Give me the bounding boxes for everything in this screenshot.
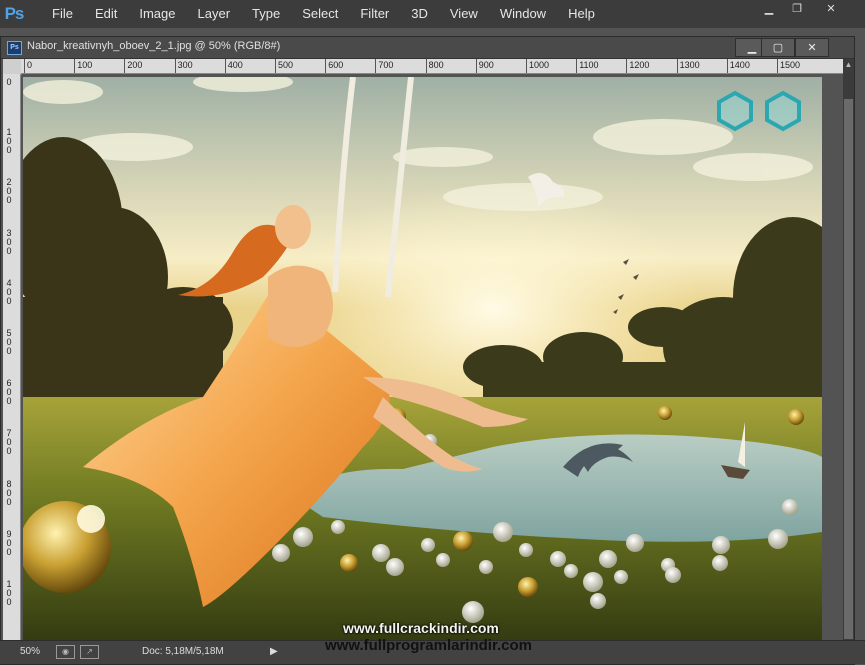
close-icon: ✕ <box>826 2 836 15</box>
menu-bar: Ps File Edit Image Layer Type Select Fil… <box>0 0 865 28</box>
ruler-v-label: 400 <box>6 277 12 306</box>
ruler-h-label: 1500 <box>780 60 801 70</box>
scroll-up-icon[interactable]: ▲ <box>843 59 854 71</box>
ruler-h-label: 1300 <box>679 60 700 70</box>
ruler-h-tick <box>425 59 427 73</box>
menu-image[interactable]: Image <box>128 0 186 28</box>
menu-3d[interactable]: 3D <box>400 0 439 28</box>
ruler-h-tick <box>676 59 678 73</box>
ruler-v-label: 0 <box>6 77 12 87</box>
camera-icon[interactable]: ◉ <box>56 645 75 659</box>
ruler-h-tick <box>726 59 728 73</box>
menu-filter[interactable]: Filter <box>349 0 400 28</box>
close-icon: ✕ <box>807 42 817 54</box>
app-logo: Ps <box>4 4 25 23</box>
watermark-text-1: www.fullcrackindir.com <box>343 620 499 636</box>
vertical-scrollbar[interactable]: ▲ ▼ <box>843 59 854 661</box>
menu-window[interactable]: Window <box>489 0 557 28</box>
menu-type[interactable]: Type <box>241 0 291 28</box>
ruler-origin[interactable] <box>3 59 22 75</box>
ruler-h-label: 500 <box>278 60 294 70</box>
document-window: Ps Nabor_kreativnyh_oboev_2_1.jpg @ 50% … <box>0 36 855 665</box>
document-titlebar[interactable]: Ps Nabor_kreativnyh_oboev_2_1.jpg @ 50% … <box>1 37 854 59</box>
ruler-v-label: 800 <box>6 478 12 507</box>
ruler-v-label: 700 <box>6 428 12 457</box>
document-title: Nabor_kreativnyh_oboev_2_1.jpg @ 50% (RG… <box>27 40 281 52</box>
doc-maximize-button[interactable]: ▢ <box>761 38 795 57</box>
ruler-h-tick <box>576 59 578 73</box>
ruler-v-label: 100 <box>6 127 12 156</box>
ruler-h-tick <box>275 59 276 73</box>
ruler-h-label: 200 <box>127 60 143 70</box>
ruler-v-label: 600 <box>6 378 12 407</box>
ruler-h-label: 300 <box>177 60 193 70</box>
zoom-level[interactable]: 50% <box>20 646 40 657</box>
ruler-v-label: 100 <box>6 579 12 607</box>
ps-document-icon: Ps <box>7 41 22 55</box>
ruler-h-tick <box>777 59 778 73</box>
ruler-h-label: 0 <box>27 60 33 70</box>
minimize-icon: ▁ <box>747 42 757 54</box>
watermark-text-2: www.fullprogramlarindir.com <box>325 637 532 654</box>
horizontal-ruler[interactable]: 0 100 200 300 400 500 600 700 800 900 1000 1100 1200… <box>21 59 843 74</box>
ruler-h-label: 400 <box>227 60 243 70</box>
vertical-ruler[interactable]: 0 100 200 300 400 500 600 700 800 900 100 <box>3 74 21 661</box>
ruler-h-label: 1400 <box>729 60 750 70</box>
menu-file[interactable]: File <box>40 0 84 28</box>
ruler-h-label: 600 <box>328 60 344 70</box>
document-size: Doc: 5,18M/5,18M <box>142 646 224 657</box>
app-maximize-button[interactable]: ❐ <box>784 0 810 16</box>
ruler-h-tick <box>626 59 628 73</box>
share-icon[interactable]: ↗ <box>80 645 99 659</box>
ruler-h-label: 1200 <box>629 60 650 70</box>
ruler-h-tick <box>224 59 226 73</box>
ruler-h-tick <box>526 59 527 73</box>
ruler-h-tick <box>124 59 126 73</box>
menu-help[interactable]: Help <box>557 0 606 28</box>
ruler-v-label: 300 <box>6 227 12 256</box>
ruler-h-tick <box>74 59 76 73</box>
minimize-icon: ▁ <box>764 2 774 15</box>
maximize-icon: ❐ <box>792 2 802 15</box>
app-close-button[interactable]: ✕ <box>818 0 844 16</box>
ruler-h-tick <box>24 59 25 73</box>
ruler-h-label: 100 <box>77 60 93 70</box>
ruler-h-label: 700 <box>378 60 394 70</box>
status-menu-arrow-icon[interactable]: ▶ <box>270 646 278 657</box>
image-canvas[interactable] <box>23 77 822 652</box>
doc-close-button[interactable]: ✕ <box>795 38 829 57</box>
ruler-h-label: 800 <box>428 60 444 70</box>
menu-layer[interactable]: Layer <box>187 0 242 28</box>
ruler-v-label: 500 <box>6 328 12 356</box>
artwork-illustration <box>23 77 822 652</box>
scrollbar-thumb[interactable] <box>844 99 853 639</box>
ruler-v-label: 200 <box>6 177 12 206</box>
ruler-h-tick <box>375 59 377 73</box>
ruler-h-label: 1100 <box>579 60 599 70</box>
ruler-h-tick <box>325 59 327 73</box>
maximize-icon: ▢ <box>772 42 784 54</box>
ruler-h-tick <box>475 59 477 73</box>
ruler-v-label: 900 <box>6 528 12 557</box>
app-minimize-button[interactable]: ▁ <box>756 0 782 16</box>
main-menu: File Edit Image Layer Type Select Filter… <box>40 0 606 28</box>
ruler-h-tick <box>174 59 176 73</box>
menu-view[interactable]: View <box>439 0 489 28</box>
menu-edit[interactable]: Edit <box>84 0 128 28</box>
ruler-h-label: 1000 <box>529 60 550 70</box>
menu-select[interactable]: Select <box>291 0 349 28</box>
ruler-h-label: 900 <box>478 60 494 70</box>
